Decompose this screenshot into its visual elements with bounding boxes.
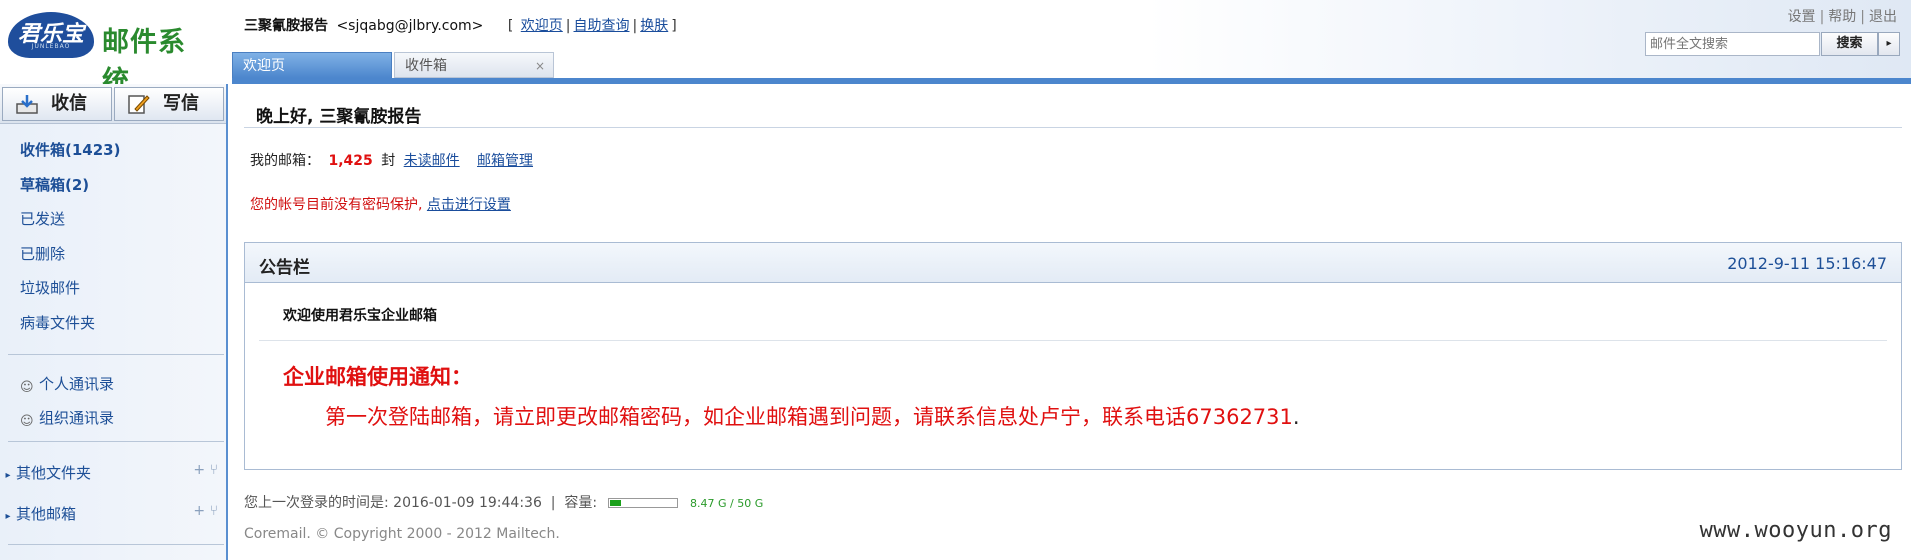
unread-mail-link[interactable]: 未读邮件 <box>404 153 460 169</box>
other-mailboxes-label: 其他邮箱 <box>16 505 77 523</box>
sidebar-divider <box>8 441 224 442</box>
mailbox-manage-link[interactable]: 邮箱管理 <box>477 153 533 169</box>
search-options-arrow-icon[interactable]: ▸ <box>1878 32 1900 56</box>
notice-subtitle: 欢迎使用君乐宝企业邮箱 <box>283 308 437 324</box>
logo-badge-subtext: JUNLEBAO <box>31 43 71 50</box>
personal-contacts-item[interactable]: ☺ 个人通讯录 <box>20 373 115 395</box>
copyright: Coremail. © Copyright 2000 - 2012 Mailte… <box>244 526 560 542</box>
group-icon: ☺ <box>20 414 34 429</box>
mailbox-unit: 封 <box>381 153 396 169</box>
notice-date: 2012-9-11 15:16:47 <box>1727 254 1887 273</box>
notice-board: 公告栏 2012-9-11 15:16:47 欢迎使用君乐宝企业邮箱 企业邮箱使… <box>244 242 1902 470</box>
search-button[interactable]: 搜索 <box>1821 32 1878 56</box>
user-info: 三聚氰胺报告 <sjqabg@jlbry.com> [ 欢迎页 | 自助查询 | 换肤] <box>244 15 677 35</box>
last-login-text: 您上一次登录的时间是: 2016-01-09 19:44:36 <box>244 495 542 511</box>
filter-icon[interactable]: ⑂ <box>210 462 218 478</box>
capacity-fill <box>609 500 621 506</box>
setup-protection-link[interactable]: 点击进行设置 <box>427 197 511 213</box>
capacity-label: 容量: <box>564 495 598 511</box>
sidebar: 收信 写信 收件箱(1423) 草稿箱(2) 已发送 已删除 垃圾邮件 病毒文件… <box>0 84 228 560</box>
folder-list: 收件箱(1423) 草稿箱(2) 已发送 已删除 垃圾邮件 病毒文件夹 <box>20 140 120 347</box>
self-query-link[interactable]: 自助查询 <box>574 18 630 34</box>
other-folders-group[interactable]: ▸ 其他文件夹 + ⑂ <box>0 462 226 483</box>
add-icon[interactable]: + <box>193 503 205 519</box>
watermark: www.wooyun.org <box>1699 518 1892 543</box>
other-folders-label: 其他文件夹 <box>16 464 92 482</box>
notice-body: 第一次登陆邮箱，请立即更改邮箱密码，如企业邮箱遇到问题，请联系信息处卢宁，联系电… <box>325 401 1300 431</box>
folder-sent[interactable]: 已发送 <box>20 209 120 244</box>
notice-header: 公告栏 2012-9-11 15:16:47 <box>245 243 1901 283</box>
user-name: 三聚氰胺报告 <box>244 18 328 34</box>
group-actions: + ⑂ <box>193 462 218 478</box>
notice-body-text: 第一次登陆邮箱，请立即更改邮箱密码，如企业邮箱遇到问题，请联系信息处卢宁，联系电… <box>325 405 1293 429</box>
add-icon[interactable]: + <box>193 462 205 478</box>
tab-inbox-label: 收件箱 <box>405 58 447 74</box>
notice-divider <box>259 340 1887 341</box>
org-contacts-item[interactable]: ☺ 组织通讯录 <box>20 407 115 429</box>
security-warning: 您的帐号目前没有密码保护, 点击进行设置 <box>250 194 511 214</box>
expand-arrow-icon[interactable]: ▸ <box>0 511 16 522</box>
notice-body-period: . <box>1292 405 1300 429</box>
header: 君乐宝 JUNLEBAO 邮件系统 三聚氰胺报告 <sjqabg@jlbry.c… <box>0 0 1911 97</box>
security-warning-text: 您的帐号目前没有密码保护, <box>250 197 423 213</box>
folder-deleted[interactable]: 已删除 <box>20 244 120 279</box>
org-contacts-label: 组织通讯录 <box>39 409 115 427</box>
folder-virus[interactable]: 病毒文件夹 <box>20 313 120 348</box>
person-icon: ☺ <box>20 380 34 395</box>
capacity-bar <box>607 498 678 508</box>
compose-pencil-icon <box>128 95 150 114</box>
search-input[interactable] <box>1645 32 1820 56</box>
main-content: 晚上好, 三聚氰胺报告 我的邮箱： 1,425 封 未读邮件 邮箱管理 您的帐号… <box>244 84 1902 560</box>
logout-link[interactable]: 退出 <box>1869 9 1897 25</box>
header-links: [ 欢迎页 | 自助查询 | 换肤] <box>507 18 677 34</box>
help-link[interactable]: 帮助 <box>1828 9 1856 25</box>
other-mailboxes-group[interactable]: ▸ 其他邮箱 + ⑂ <box>0 503 226 524</box>
greeting: 晚上好, 三聚氰胺报告 <box>256 107 422 127</box>
settings-link[interactable]: 设置 <box>1788 9 1816 25</box>
tab-welcome[interactable]: 欢迎页 <box>232 52 392 78</box>
write-mail-label: 写信 <box>163 93 199 114</box>
sidebar-divider <box>8 544 224 545</box>
notice-title: 公告栏 <box>259 258 310 278</box>
receive-mail-label: 收信 <box>51 93 87 114</box>
folder-drafts[interactable]: 草稿箱(2) <box>20 175 120 210</box>
change-skin-link[interactable]: 换肤 <box>640 18 668 34</box>
folder-inbox[interactable]: 收件箱(1423) <box>20 140 120 175</box>
login-info: 您上一次登录的时间是: 2016-01-09 19:44:36 | 容量: 8.… <box>244 495 764 511</box>
receive-mail-button[interactable]: 收信 <box>2 87 112 121</box>
group-actions: + ⑂ <box>193 503 218 519</box>
compose-toolbar: 收信 写信 <box>0 84 226 124</box>
expand-arrow-icon[interactable]: ▸ <box>0 470 16 481</box>
mailbox-label: 我的邮箱： <box>250 153 320 169</box>
inbox-download-icon <box>16 95 38 114</box>
user-email: <sjqabg@jlbry.com> <box>336 18 484 34</box>
write-mail-button[interactable]: 写信 <box>114 87 224 121</box>
tab-inbox[interactable]: 收件箱 × <box>394 52 554 78</box>
sidebar-divider <box>8 354 224 355</box>
welcome-link[interactable]: 欢迎页 <box>521 18 563 34</box>
mailbox-count: 1,425 <box>328 153 373 169</box>
top-links: 设置 | 帮助 | 退出 <box>1787 9 1897 25</box>
greeting-divider <box>244 127 1902 128</box>
close-icon[interactable]: × <box>535 53 545 79</box>
mailbox-summary: 我的邮箱： 1,425 封 未读邮件 邮箱管理 <box>250 150 533 170</box>
filter-icon[interactable]: ⑂ <box>210 503 218 519</box>
capacity-text: 8.47 G / 50 G <box>690 497 764 510</box>
folder-junk[interactable]: 垃圾邮件 <box>20 278 120 313</box>
logo: 君乐宝 JUNLEBAO 邮件系统 <box>8 10 213 97</box>
notice-heading: 企业邮箱使用通知： <box>283 365 472 389</box>
personal-contacts-label: 个人通讯录 <box>39 375 115 393</box>
